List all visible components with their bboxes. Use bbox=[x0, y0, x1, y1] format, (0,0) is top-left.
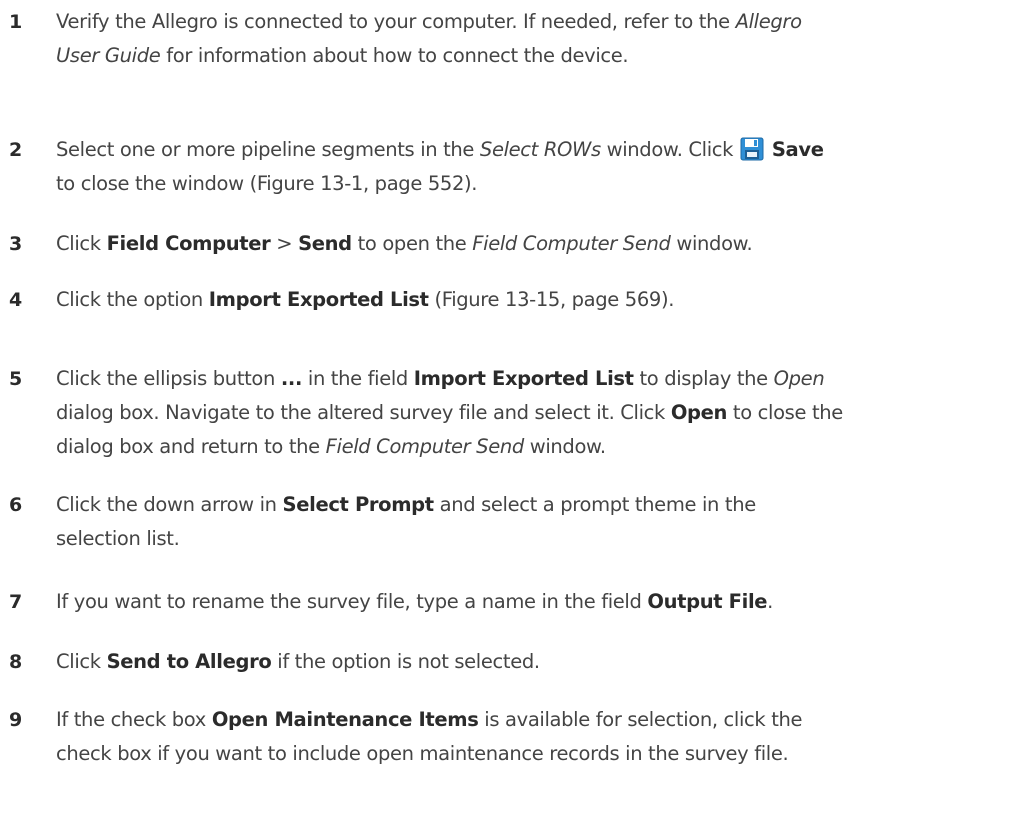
text-run: dialog box. Navigate to the altered surv… bbox=[56, 401, 671, 424]
reference-term: Select ROWs bbox=[479, 138, 601, 161]
text-run: window. bbox=[523, 435, 606, 458]
text-run: Click the option bbox=[56, 288, 209, 311]
step-text-line: Click Field Computer > Send to open the … bbox=[56, 227, 1016, 261]
text-run: dialog box and return to the bbox=[56, 435, 326, 458]
step-text-line: Verify the Allegro is connected to your … bbox=[56, 5, 1016, 39]
step-text-line: dialog box. Navigate to the altered surv… bbox=[56, 396, 1016, 430]
step-number: 4 bbox=[9, 289, 23, 311]
step-text-line: Click the ellipsis button ... in the fie… bbox=[56, 362, 1016, 396]
step-number: 6 bbox=[9, 494, 23, 516]
text-run: to close the bbox=[727, 401, 843, 424]
ui-term: ... bbox=[280, 367, 303, 390]
step-text-line: If you want to rename the survey file, t… bbox=[56, 585, 1016, 619]
step-number: 1 bbox=[9, 11, 23, 33]
step-text-line: If the check box Open Maintenance Items … bbox=[56, 703, 1016, 737]
text-run: . bbox=[767, 590, 774, 613]
step-number: 9 bbox=[9, 709, 23, 731]
reference-term: User Guide bbox=[56, 44, 161, 67]
step-text-line: Click Send to Allegro if the option is n… bbox=[56, 645, 1016, 679]
reference-term: Field Computer Send bbox=[325, 435, 525, 458]
ui-term: Open Maintenance Items bbox=[211, 708, 479, 731]
text-run: (Figure 13-15, page 569). bbox=[428, 288, 675, 311]
step-text-line: Click the option Import Exported List (F… bbox=[56, 283, 1016, 317]
step-number: 5 bbox=[9, 368, 23, 390]
text-run: If you want to rename the survey file, t… bbox=[56, 590, 648, 613]
text-run: Click bbox=[56, 650, 107, 673]
step-text-line: Click the down arrow in Select Prompt an… bbox=[56, 488, 1016, 522]
text-run: check box if you want to include open ma… bbox=[56, 742, 789, 765]
step-number: 8 bbox=[9, 651, 23, 673]
ui-term: Output File bbox=[647, 590, 768, 613]
text-run: selection list. bbox=[56, 527, 180, 550]
ui-term: Save bbox=[771, 138, 824, 161]
text-run: to display the bbox=[633, 367, 774, 390]
text-run: to close the window (Figure 13-1, page 5… bbox=[56, 172, 478, 195]
ui-term: Field Computer bbox=[106, 232, 271, 255]
step-text-line: User Guide for information about how to … bbox=[56, 39, 1016, 73]
text-run: Click the down arrow in bbox=[56, 493, 283, 516]
text-run: if the option is not selected. bbox=[271, 650, 540, 673]
text-run: If the check box bbox=[56, 708, 212, 731]
step-text-line: check box if you want to include open ma… bbox=[56, 737, 1016, 771]
step-text-line: Select one or more pipeline segments in … bbox=[56, 133, 1016, 167]
step-text-line: dialog box and return to the Field Compu… bbox=[56, 430, 1016, 464]
text-run: Click bbox=[56, 232, 107, 255]
text-run: > bbox=[270, 232, 299, 255]
ui-term: Select Prompt bbox=[282, 493, 435, 516]
text-run: window. Click bbox=[600, 138, 739, 161]
text-run: Click the ellipsis button bbox=[56, 367, 281, 390]
save-icon bbox=[740, 137, 764, 161]
ui-term: Send bbox=[298, 232, 352, 255]
text-run: Select one or more pipeline segments in … bbox=[56, 138, 480, 161]
text-run: to open the bbox=[351, 232, 473, 255]
ui-term: Import Exported List bbox=[413, 367, 634, 390]
text-run: in the field bbox=[302, 367, 414, 390]
step-number: 3 bbox=[9, 233, 23, 255]
ui-term: Send to Allegro bbox=[106, 650, 272, 673]
step-number: 2 bbox=[9, 139, 23, 161]
reference-term: Field Computer Send bbox=[472, 232, 671, 255]
ui-term: Import Exported List bbox=[208, 288, 429, 311]
text-run: for information about how to connect the… bbox=[160, 44, 629, 67]
text-run: is available for selection, click the bbox=[478, 708, 803, 731]
text-run: window. bbox=[670, 232, 753, 255]
reference-term: Open bbox=[773, 367, 825, 390]
reference-term: Allegro bbox=[735, 10, 802, 33]
text-run: and select a prompt theme in the bbox=[433, 493, 757, 516]
step-text-line: to close the window (Figure 13-1, page 5… bbox=[56, 167, 1016, 201]
ui-term: Open bbox=[670, 401, 728, 424]
step-text-line: selection list. bbox=[56, 522, 1016, 556]
text-run: Verify the Allegro is connected to your … bbox=[56, 10, 736, 33]
step-number: 7 bbox=[9, 591, 23, 613]
